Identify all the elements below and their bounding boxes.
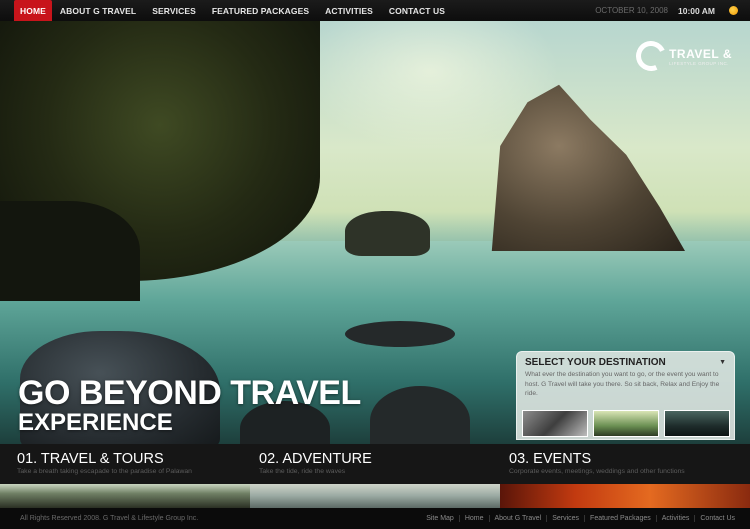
travel-tours-image[interactable]: [0, 484, 250, 508]
footer: All Rights Reserved 2008. G Travel & Lif…: [0, 508, 750, 529]
nav-item-about[interactable]: ABOUT G TRAVEL: [52, 0, 144, 21]
feature-adventure[interactable]: 02. ADVENTURE Take the tide, ride the wa…: [250, 444, 500, 484]
current-date: OCTOBER 10, 2008: [595, 6, 668, 15]
footer-link-sitemap[interactable]: Site Map: [421, 515, 459, 522]
destination-thumbnails: [522, 410, 730, 437]
footer-link-about[interactable]: About G Travel: [488, 515, 547, 522]
logo-g-icon: [631, 36, 671, 76]
nav-item-services[interactable]: SERVICES: [144, 0, 204, 21]
feature-title: 01. TRAVEL & TOURS: [17, 451, 164, 467]
copyright-text: All Rights Reserved 2008. G Travel & Lif…: [20, 515, 199, 522]
feature-description: Take a breath taking escapade to the par…: [17, 468, 192, 475]
destination-header[interactable]: SELECT YOUR DESTINATION ▼: [517, 352, 734, 370]
top-navigation-bar: HOME ABOUT G TRAVEL SERVICES FEATURED PA…: [0, 0, 750, 21]
feature-description: Corporate events, meetings, weddings and…: [509, 468, 685, 475]
nav-item-activities[interactable]: ACTIVITIES: [317, 0, 381, 21]
feature-travel-tours[interactable]: 01. TRAVEL & TOURS Take a breath taking …: [0, 444, 250, 484]
nav-item-featured-packages[interactable]: FEATURED PACKAGES: [204, 0, 317, 21]
feature-title: 02. ADVENTURE: [259, 451, 372, 467]
hero-headline: GO BEYOND TRAVEL EXPERIENCE: [18, 376, 361, 436]
logo[interactable]: TRAVEL & LIFESTYLE GROUP INC.: [631, 36, 732, 76]
feature-image-strip: [0, 484, 750, 508]
destination-panel: SELECT YOUR DESTINATION ▼ What ever the …: [516, 351, 735, 440]
sun-icon: [729, 6, 738, 15]
main-nav: HOME ABOUT G TRAVEL SERVICES FEATURED PA…: [0, 0, 453, 21]
hero-rock-small: [345, 321, 455, 347]
footer-link-activities[interactable]: Activities: [655, 515, 695, 522]
footer-link-featured-packages[interactable]: Featured Packages: [584, 515, 656, 522]
current-time: 10:00 AM: [677, 5, 715, 16]
nav-item-contact[interactable]: CONTACT US: [381, 0, 453, 21]
nav-item-home[interactable]: HOME: [14, 0, 52, 21]
date-time: OCTOBER 10, 2008 10:00 AM: [595, 6, 750, 16]
logo-word: TRAVEL &: [669, 46, 732, 61]
feature-events[interactable]: 03. EVENTS Corporate events, meetings, w…: [500, 444, 750, 484]
hero-cliff-base: [0, 201, 140, 301]
dropdown-arrow-icon[interactable]: ▼: [719, 359, 726, 366]
feature-title: 03. EVENTS: [509, 451, 592, 467]
destination-title: SELECT YOUR DESTINATION: [525, 357, 666, 368]
logo-subtitle: LIFESTYLE GROUP INC.: [669, 60, 729, 66]
footer-link-services[interactable]: Services: [546, 515, 584, 522]
headline-line-2: EXPERIENCE: [18, 409, 173, 436]
footer-link-contact[interactable]: Contact Us: [694, 515, 740, 522]
feature-strip: 01. TRAVEL & TOURS Take a breath taking …: [0, 444, 750, 484]
events-image[interactable]: [500, 484, 750, 508]
destination-thumbnail[interactable]: [664, 410, 730, 437]
destination-thumbnail[interactable]: [593, 410, 659, 437]
destination-thumbnail[interactable]: [522, 410, 588, 437]
destination-description: What ever the destination you want to go…: [525, 371, 720, 397]
feature-description: Take the tide, ride the waves: [259, 468, 346, 475]
hero-rock: [345, 211, 430, 256]
footer-link-home[interactable]: Home: [458, 515, 489, 522]
headline-line-1: GO BEYOND TRAVEL: [18, 374, 361, 412]
footer-links: Site Map Home About G Travel Services Fe…: [421, 515, 740, 522]
adventure-image[interactable]: [250, 484, 500, 508]
